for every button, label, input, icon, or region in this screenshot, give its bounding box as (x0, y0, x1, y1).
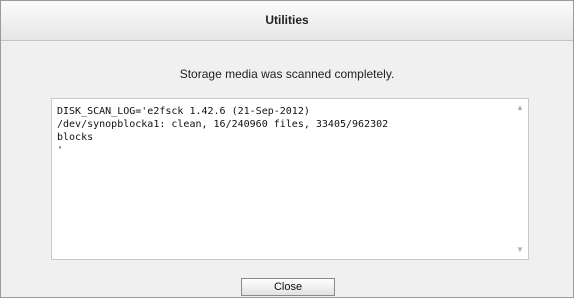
scan-log-textarea[interactable]: DISK_SCAN_LOG='e2fsck 1.42.6 (21-Sep-201… (51, 98, 529, 260)
utilities-dialog: Utilities Storage media was scanned comp… (0, 0, 574, 298)
scroll-up-arrow-icon[interactable]: ▲ (512, 102, 528, 114)
close-button[interactable]: Close (241, 278, 335, 296)
log-scrollbar[interactable]: ▲ ▼ (512, 99, 528, 259)
scroll-down-arrow-icon[interactable]: ▼ (512, 244, 528, 256)
scan-log-text: DISK_SCAN_LOG='e2fsck 1.42.6 (21-Sep-201… (57, 106, 389, 156)
dialog-title: Utilities (1, 1, 573, 41)
scan-status-message: Storage media was scanned completely. (179, 67, 395, 81)
